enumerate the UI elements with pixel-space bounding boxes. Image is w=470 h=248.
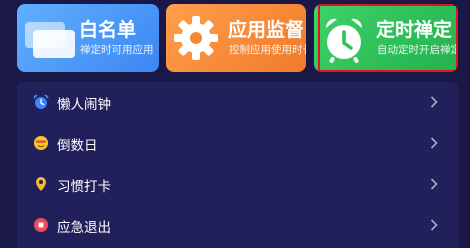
chevron-right-icon xyxy=(430,178,438,190)
app-monitor-title: 应用监督 xyxy=(228,19,305,41)
whitelist-cards-icon xyxy=(25,22,75,58)
whitelist-card[interactable]: 白名单 禅定时可用应用 xyxy=(17,4,159,72)
list-item-label: 懒人闹钟 xyxy=(57,97,111,113)
list-item-emergency-exit[interactable]: 应急退出 xyxy=(17,205,458,245)
feature-list: 懒人闹钟 倒数日 习惯打卡 应急退出 xyxy=(17,82,458,248)
alarm-clock-icon xyxy=(33,94,49,109)
stop-icon xyxy=(34,218,48,232)
whitelist-title: 白名单 xyxy=(79,19,137,41)
list-item-countdown[interactable]: 倒数日 xyxy=(17,123,458,163)
list-item-label: 应急退出 xyxy=(57,220,111,236)
list-item-habit-checkin[interactable]: 习惯打卡 xyxy=(17,164,458,204)
gear-icon xyxy=(174,16,218,60)
app-monitor-subtitle: 控制应用使用时长 xyxy=(229,44,306,56)
location-pin-icon xyxy=(36,177,46,191)
selection-highlight xyxy=(318,4,458,72)
chevron-right-icon xyxy=(430,96,438,108)
smiley-face-icon xyxy=(34,136,48,150)
list-item-lazy-alarm[interactable]: 懒人闹钟 xyxy=(17,82,458,122)
app-monitor-card[interactable]: 应用监督 控制应用使用时长 xyxy=(166,4,306,72)
list-item-label: 倒数日 xyxy=(57,138,98,154)
chevron-right-icon xyxy=(430,219,438,231)
chevron-right-icon xyxy=(430,137,438,149)
list-item-label: 习惯打卡 xyxy=(57,179,111,195)
timed-lock-card[interactable]: 定时禅定 自动定时开启禅定 xyxy=(314,4,458,72)
whitelist-subtitle: 禅定时可用应用 xyxy=(80,44,154,56)
